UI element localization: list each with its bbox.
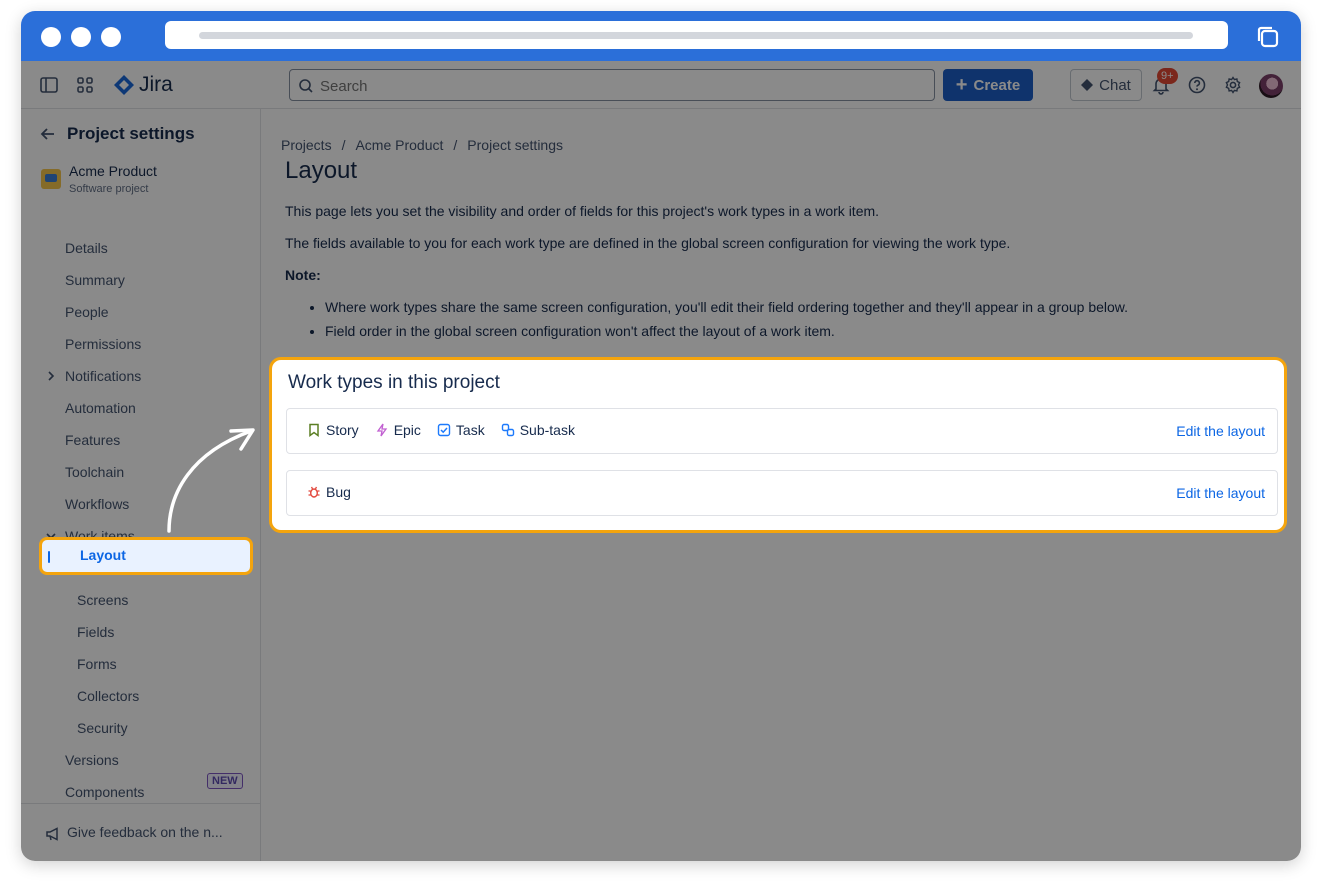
search-icon [299, 79, 313, 93]
work-type-epic: Epic [375, 422, 421, 438]
back-arrow-icon[interactable] [39, 125, 57, 143]
sidebar-toggle-icon[interactable] [39, 75, 59, 95]
create-label: Create [973, 76, 1021, 94]
chevron-right-icon[interactable] [45, 370, 57, 382]
gear-icon[interactable] [1223, 75, 1243, 95]
work-types-card: Work types in this project Story Epic Ta… [269, 357, 1287, 533]
work-type-group-row: Story Epic Task Sub-task Edit the layout [286, 408, 1278, 454]
sidebar-item-automation[interactable]: Automation [65, 397, 136, 419]
note-label: Note: [285, 267, 321, 283]
lightning-icon [376, 423, 387, 437]
window-maximize-button[interactable] [101, 27, 121, 47]
project-info[interactable]: Acme Product Software project [41, 163, 157, 195]
feedback-link[interactable]: Give feedback on the n... [21, 803, 260, 861]
page-title: Layout [285, 157, 358, 184]
sidebar-item-security[interactable]: Security [77, 717, 128, 739]
sidebar-item-workflows[interactable]: Workflows [65, 493, 129, 515]
project-name: Acme Product [69, 163, 157, 179]
bug-icon [308, 486, 320, 498]
note-item: Field order in the global screen configu… [325, 319, 1128, 343]
intro-paragraph: This page lets you set the visibility an… [285, 203, 880, 219]
browser-window: Jira + Create Chat 9+ Project s [21, 11, 1301, 861]
user-avatar[interactable] [1259, 74, 1283, 98]
create-button[interactable]: + Create [943, 69, 1033, 101]
search-box[interactable] [289, 69, 935, 101]
browser-titlebar [21, 11, 1301, 61]
chat-button[interactable]: Chat [1070, 69, 1142, 101]
sidebar-item-layout[interactable]: Layout [39, 537, 253, 575]
breadcrumb-projects[interactable]: Projects [281, 137, 332, 153]
sidebar-item-fields[interactable]: Fields [77, 621, 114, 643]
work-type-bug: Bug [307, 484, 351, 500]
new-badge: NEW [207, 773, 243, 789]
feedback-text: Give feedback on the n... [67, 824, 223, 840]
work-type-label: Epic [393, 422, 421, 438]
sidebar-item-notifications[interactable]: Notifications [65, 365, 141, 387]
annotation-arrow [167, 428, 255, 533]
breadcrumb-separator: / [341, 137, 346, 153]
top-navigation: Jira + Create Chat 9+ [21, 61, 1301, 109]
help-icon[interactable] [1187, 75, 1207, 95]
work-type-list: Story Epic Task Sub-task [307, 422, 575, 438]
project-type: Software project [69, 183, 149, 195]
work-type-list: Bug [307, 484, 351, 500]
work-type-label: Sub-task [519, 422, 575, 438]
sidebar-item-summary[interactable]: Summary [65, 269, 125, 291]
bookmark-icon [309, 423, 319, 437]
jira-logo-text: Jira [139, 73, 173, 96]
work-type-task: Task [437, 422, 485, 438]
window-minimize-button[interactable] [71, 27, 91, 47]
breadcrumb-project[interactable]: Acme Product [355, 137, 443, 153]
note-item: Where work types share the same screen c… [325, 295, 1128, 319]
work-type-story: Story [307, 422, 359, 438]
note-list: Where work types share the same screen c… [305, 295, 1128, 343]
sidebar-item-layout-label: Layout [80, 547, 126, 563]
work-type-label: Bug [326, 484, 351, 500]
sidebar-item-permissions[interactable]: Permissions [65, 333, 141, 355]
card-title: Work types in this project [288, 372, 500, 393]
project-avatar [41, 169, 61, 189]
active-indicator [48, 551, 50, 563]
app-switcher-icon[interactable] [75, 75, 95, 95]
notification-badge: 9+ [1157, 68, 1178, 84]
checkbox-icon [437, 423, 451, 437]
breadcrumb-separator: / [453, 137, 458, 153]
jira-logo-icon [114, 75, 134, 95]
chat-label: Chat [1099, 76, 1131, 94]
sidebar-title: Project settings [67, 124, 195, 143]
sidebar-item-details[interactable]: Details [65, 237, 108, 259]
subtask-icon [501, 423, 514, 437]
sidebar-item-features[interactable]: Features [65, 429, 120, 451]
rovo-icon [1081, 79, 1094, 91]
sidebar-item-components[interactable]: Components [65, 781, 144, 803]
jira-logo[interactable]: Jira [113, 73, 173, 97]
breadcrumb-project-settings[interactable]: Project settings [467, 137, 563, 153]
work-type-label: Story [326, 422, 359, 438]
sidebar-item-versions[interactable]: Versions [65, 749, 119, 771]
work-type-subtask: Sub-task [501, 422, 575, 438]
work-type-label: Task [455, 422, 485, 438]
sidebar-item-collectors[interactable]: Collectors [77, 685, 139, 707]
megaphone-icon [46, 827, 58, 841]
sidebar-item-people[interactable]: People [65, 301, 109, 323]
plus-icon: + [955, 74, 968, 96]
window-close-button[interactable] [41, 27, 61, 47]
sidebar-header: Project settings [39, 123, 195, 145]
search-input[interactable] [320, 76, 920, 96]
address-bar[interactable] [165, 21, 1228, 49]
sidebar-item-toolchain[interactable]: Toolchain [65, 461, 124, 483]
work-type-group-row: Bug Edit the layout [286, 470, 1278, 516]
copy-icon[interactable] [1255, 24, 1281, 50]
breadcrumb: Projects / Acme Product / Project settin… [281, 137, 563, 153]
sidebar-item-screens[interactable]: Screens [77, 589, 128, 611]
sidebar-item-forms[interactable]: Forms [77, 653, 117, 675]
fields-paragraph: The fields available to you for each wor… [285, 235, 1011, 251]
edit-layout-link[interactable]: Edit the layout [1176, 423, 1265, 439]
edit-layout-link[interactable]: Edit the layout [1176, 485, 1265, 501]
